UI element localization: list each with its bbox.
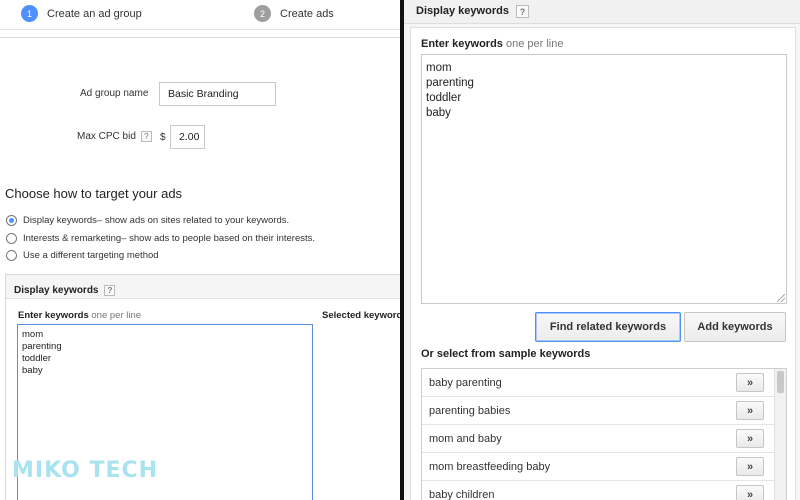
watermark-logo: MIKO TECH [12,458,159,483]
targeting-title: Choose how to target your ads [5,186,183,201]
scrollbar[interactable] [774,369,786,500]
selected-keywords-label: Selected keywords [322,310,400,321]
sample-keyword-text: parenting babies [429,404,511,417]
help-icon[interactable]: ? [140,131,152,142]
ad-group-name-label: Ad group name [80,88,148,99]
enter-keywords-label-text: Enter keywords [18,310,89,321]
radio-unselected-icon[interactable] [6,233,17,244]
list-item: baby parenting » [422,369,774,397]
keyword-line: parenting [426,77,474,89]
divider [0,30,400,38]
radio-unselected-icon[interactable] [6,250,17,261]
display-keywords-title: Display keywords [416,5,509,17]
radio-different-method-label: Use a different targeting method [23,250,159,261]
display-keywords-title: Display keywords [14,285,99,296]
help-icon[interactable]: ? [104,285,116,296]
left-pane: 1 Create an ad group 2 Create ads Ad gro… [0,0,400,500]
enter-keywords-hint: one per line [502,38,564,50]
step-1-label: Create an ad group [47,7,142,20]
sample-keyword-text: baby parenting [429,376,502,389]
max-cpc-label: Max CPC bid ? [77,131,152,142]
currency-symbol: $ [160,132,166,143]
list-item: parenting babies » [422,397,774,425]
add-sample-button[interactable]: » [736,373,764,392]
sample-keyword-text: baby children [429,488,495,500]
step-1[interactable]: 1 Create an ad group [21,5,142,22]
enter-keywords-label-text: Enter keywords [421,38,503,50]
add-sample-button[interactable]: » [736,401,764,420]
scrollbar-thumb[interactable] [777,371,784,393]
step-2-number: 2 [254,5,271,22]
keyword-line: mom [22,329,44,340]
radio-display-keywords[interactable]: Display keywords – show ads on sites rel… [6,215,289,226]
add-keywords-button[interactable]: Add keywords [684,312,786,342]
display-keywords-header: Display keywords ? [404,0,800,24]
keywords-textarea[interactable]: mom parenting toddler baby [421,54,787,304]
keyword-line: parenting [22,341,62,352]
enter-keywords-label: Enter keywords one per line [421,38,563,50]
radio-interests-desc: – show ads to people based on their inte… [121,233,316,244]
keyword-line: toddler [426,92,462,104]
resize-grip-icon[interactable] [777,294,785,302]
radio-display-keywords-label: Display keywords [23,215,97,226]
sample-keywords-list: baby parenting » parenting babies » mom … [421,368,787,500]
keyword-line: baby [426,107,451,119]
right-pane: Display keywords ? Enter keywords one pe… [404,0,800,500]
enter-keywords-label: Enter keywords one per line [18,310,141,321]
keyword-line: baby [22,365,43,376]
ad-group-name-input[interactable]: Basic Branding [159,82,276,106]
radio-different-method[interactable]: Use a different targeting method [6,250,159,261]
max-cpc-input[interactable]: 2.00 [170,125,205,149]
display-keywords-body: Enter keywords one per line mom parentin… [410,27,796,500]
sample-keyword-text: mom and baby [429,432,502,445]
add-sample-button[interactable]: » [736,429,764,448]
help-icon[interactable]: ? [515,5,529,18]
radio-selected-icon[interactable] [6,215,17,226]
list-item: baby children » [422,481,774,500]
step-2[interactable]: 2 Create ads [254,5,334,22]
find-related-keywords-button[interactable]: Find related keywords [535,312,681,342]
max-cpc-label-text: Max CPC bid [77,131,136,142]
enter-keywords-hint: one per line [88,310,142,321]
radio-display-keywords-desc: – show ads on sites related to your keyw… [96,215,290,226]
radio-interests-label: Interests & remarketing [23,233,122,244]
ad-group-name-label-text: Ad group name [80,88,149,99]
sample-keywords-label: Or select from sample keywords [421,348,591,360]
radio-interests-remarketing[interactable]: Interests & remarketing – show ads to pe… [6,233,315,244]
keyword-line: mom [426,62,452,74]
keyword-line: toddler [22,353,52,364]
add-sample-button[interactable]: » [736,485,764,500]
step-1-number: 1 [21,5,38,22]
sample-keyword-text: mom breastfeeding baby [429,460,551,473]
add-sample-button[interactable]: » [736,457,764,476]
display-keywords-header: Display keywords ? [6,275,400,299]
step-2-label: Create ads [280,7,334,20]
step-bar: 1 Create an ad group 2 Create ads [0,0,400,30]
list-item: mom and baby » [422,425,774,453]
list-item: mom breastfeeding baby » [422,453,774,481]
